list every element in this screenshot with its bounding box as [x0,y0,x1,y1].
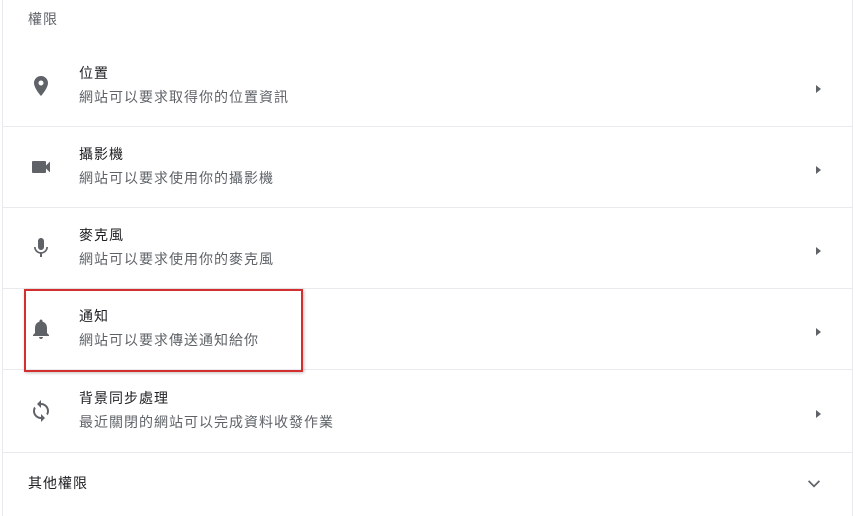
permission-description: 最近關閉的網站可以完成資料收發作業 [79,414,334,431]
permissions-card: 權限 位置 網站可以要求取得你的位置資訊 攝影機 網站可以要求使用你的攝影機 麥… [2,0,853,516]
location-pin-icon [29,74,53,98]
arrow-right-icon [812,323,824,336]
permission-row-location[interactable]: 位置 網站可以要求取得你的位置資訊 [3,46,852,127]
permission-description: 網站可以要求使用你的攝影機 [79,171,274,187]
permission-description: 網站可以要求取得你的位置資訊 [79,90,289,106]
microphone-icon [29,236,53,260]
chevron-down-icon [806,475,822,491]
permission-label: 麥克風 [79,228,124,244]
section-title: 權限 [28,12,58,28]
additional-permissions-toggle[interactable]: 其他權限 [3,453,852,513]
permission-description: 網站可以要求傳送通知給你 [79,333,259,349]
permission-label: 通知 [79,309,109,325]
permission-row-notifications[interactable]: 通知 網站可以要求傳送通知給你 [3,289,852,370]
permission-label: 背景同步處理 [79,390,169,407]
permission-row-microphone[interactable]: 麥克風 網站可以要求使用你的麥克風 [3,208,852,289]
arrow-right-icon [812,405,824,418]
permission-description: 網站可以要求使用你的麥克風 [79,252,274,268]
arrow-right-icon [812,242,824,255]
sync-icon [29,399,53,423]
permission-row-background-sync[interactable]: 背景同步處理 最近關閉的網站可以完成資料收發作業 [3,370,852,451]
bell-icon [29,317,53,341]
permission-label: 攝影機 [79,147,124,163]
video-camera-icon [29,155,53,179]
permission-label: 位置 [79,66,109,82]
additional-permissions-label: 其他權限 [28,476,88,492]
arrow-right-icon [812,161,824,174]
permission-row-camera[interactable]: 攝影機 網站可以要求使用你的攝影機 [3,127,852,208]
arrow-right-icon [812,80,824,93]
